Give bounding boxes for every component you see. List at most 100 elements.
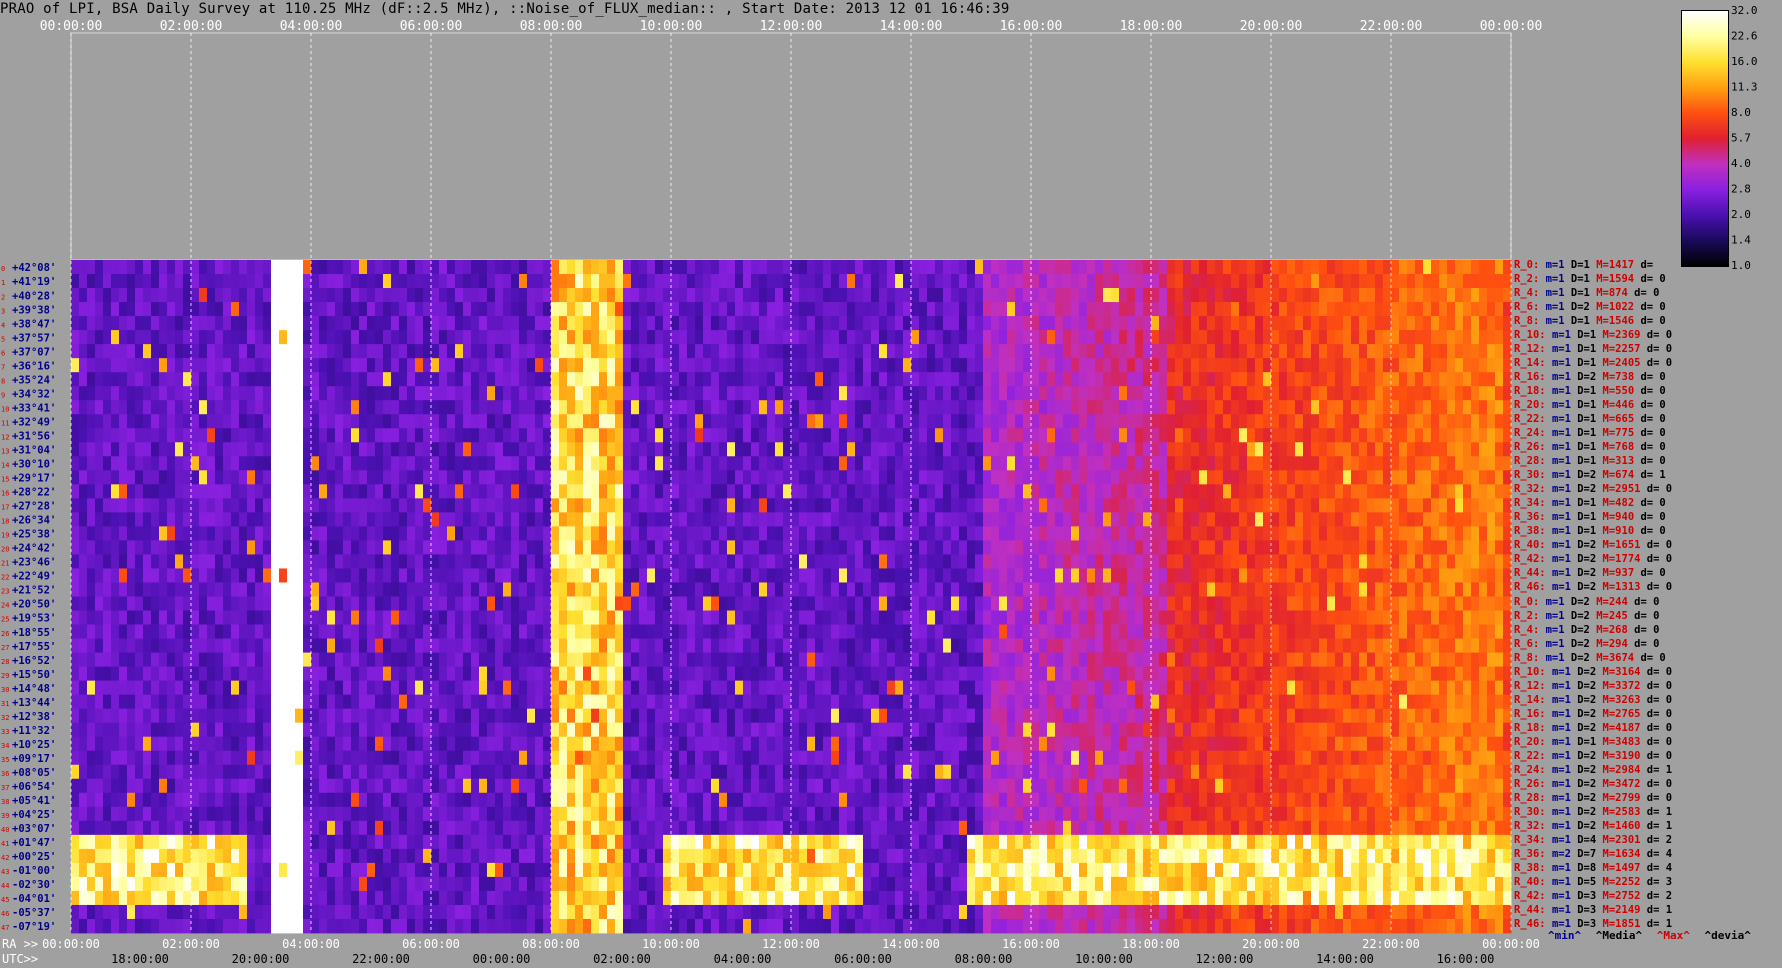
heatmap-cell — [335, 288, 344, 303]
heatmap-cell — [559, 540, 568, 555]
heatmap-cell — [815, 260, 824, 275]
heatmap-cell — [631, 372, 640, 387]
heatmap-cell — [1103, 624, 1112, 639]
heatmap-cell — [831, 302, 840, 317]
heatmap-cell — [487, 386, 496, 401]
heatmap-cell — [1079, 568, 1088, 583]
heatmap-cell — [975, 288, 984, 303]
heatmap-cell — [767, 540, 776, 555]
heatmap-cell — [1359, 414, 1368, 429]
heatmap-cell — [279, 638, 288, 653]
heatmap-cell — [1199, 358, 1208, 373]
heatmap-cell — [639, 274, 648, 289]
heatmap-cell — [1167, 442, 1176, 457]
heatmap-cell — [215, 498, 224, 513]
heatmap-cell — [695, 274, 704, 289]
heatmap-cell — [743, 610, 752, 625]
heatmap-cell — [375, 526, 384, 541]
heatmap-cell — [143, 414, 152, 429]
heatmap-cell — [575, 568, 584, 583]
heatmap-cell — [463, 470, 472, 485]
heatmap-cell — [1495, 386, 1504, 401]
heatmap-cell — [1391, 274, 1400, 289]
heatmap-cell — [351, 596, 360, 611]
heatmap-cell — [463, 456, 472, 471]
heatmap-cell — [335, 414, 344, 429]
heatmap-cell — [1071, 540, 1080, 555]
heatmap-cell — [327, 428, 336, 443]
heatmap-cell — [1015, 400, 1024, 415]
heatmap-cell — [1207, 456, 1216, 471]
heatmap-cell — [495, 442, 504, 457]
heatmap-cell — [871, 330, 880, 345]
heatmap-cell — [751, 344, 760, 359]
heatmap-cell — [591, 358, 600, 373]
heatmap-cell — [975, 344, 984, 359]
heatmap-cell — [887, 582, 896, 597]
heatmap-cell — [759, 358, 768, 373]
heatmap-cell — [207, 456, 216, 471]
heatmap-cell — [1207, 428, 1216, 443]
heatmap-cell — [903, 288, 912, 303]
heatmap-cell — [215, 540, 224, 555]
heatmap-cell — [303, 610, 312, 625]
heatmap-cell — [1175, 260, 1184, 275]
heatmap-cell — [1143, 526, 1152, 541]
heatmap-cell — [239, 540, 248, 555]
heatmap-cell — [519, 498, 528, 513]
heatmap-cell — [703, 414, 712, 429]
heatmap-cell — [759, 638, 768, 653]
heatmap-cell — [1447, 344, 1456, 359]
heatmap-cell — [199, 358, 208, 373]
heatmap-cell — [1063, 372, 1072, 387]
heatmap-cell — [511, 512, 520, 527]
heatmap-cell — [815, 638, 824, 653]
heatmap-cell — [935, 498, 944, 513]
heatmap-cell — [1063, 596, 1072, 611]
heatmap-cell — [615, 428, 624, 443]
heatmap-cell — [143, 568, 152, 583]
heatmap-cell — [1199, 526, 1208, 541]
heatmap-cell — [1135, 624, 1144, 639]
heatmap-cell — [1127, 414, 1136, 429]
heatmap-cell — [1095, 260, 1104, 275]
heatmap-cell — [503, 610, 512, 625]
heatmap-cell — [991, 554, 1000, 569]
heatmap-cell — [1391, 442, 1400, 457]
heatmap-cell — [1183, 582, 1192, 597]
heatmap-cell — [1279, 330, 1288, 345]
heatmap-cell — [231, 456, 240, 471]
heatmap-cell — [703, 498, 712, 513]
heatmap-cell — [119, 274, 128, 289]
heatmap-cell — [103, 582, 112, 597]
heatmap-cell — [991, 638, 1000, 653]
heatmap-cell — [607, 554, 616, 569]
heatmap-cell — [431, 372, 440, 387]
heatmap-cell — [1463, 428, 1472, 443]
heatmap-cell — [999, 400, 1008, 415]
heatmap-cell — [711, 358, 720, 373]
heatmap-cell — [183, 624, 192, 639]
heatmap-cell — [1303, 610, 1312, 625]
heatmap-cell — [535, 372, 544, 387]
heatmap-cell — [1231, 442, 1240, 457]
heatmap-cell — [1239, 372, 1248, 387]
heatmap-cell — [1415, 330, 1424, 345]
heatmap-cell — [223, 400, 232, 415]
heatmap-cell — [1367, 274, 1376, 289]
heatmap-cell — [719, 526, 728, 541]
heatmap-cell — [1207, 442, 1216, 457]
heatmap-cell — [559, 512, 568, 527]
heatmap-cell — [639, 288, 648, 303]
heatmap-cell — [1207, 316, 1216, 331]
heatmap-cell — [103, 330, 112, 345]
heatmap-cell — [663, 610, 672, 625]
heatmap-cell — [1279, 358, 1288, 373]
heatmap-cell — [1223, 288, 1232, 303]
heatmap-cell — [567, 540, 576, 555]
heatmap-cell — [367, 568, 376, 583]
heatmap-cell — [351, 638, 360, 653]
heatmap-cell — [471, 358, 480, 373]
heatmap-cell — [1167, 274, 1176, 289]
heatmap-cell — [567, 526, 576, 541]
